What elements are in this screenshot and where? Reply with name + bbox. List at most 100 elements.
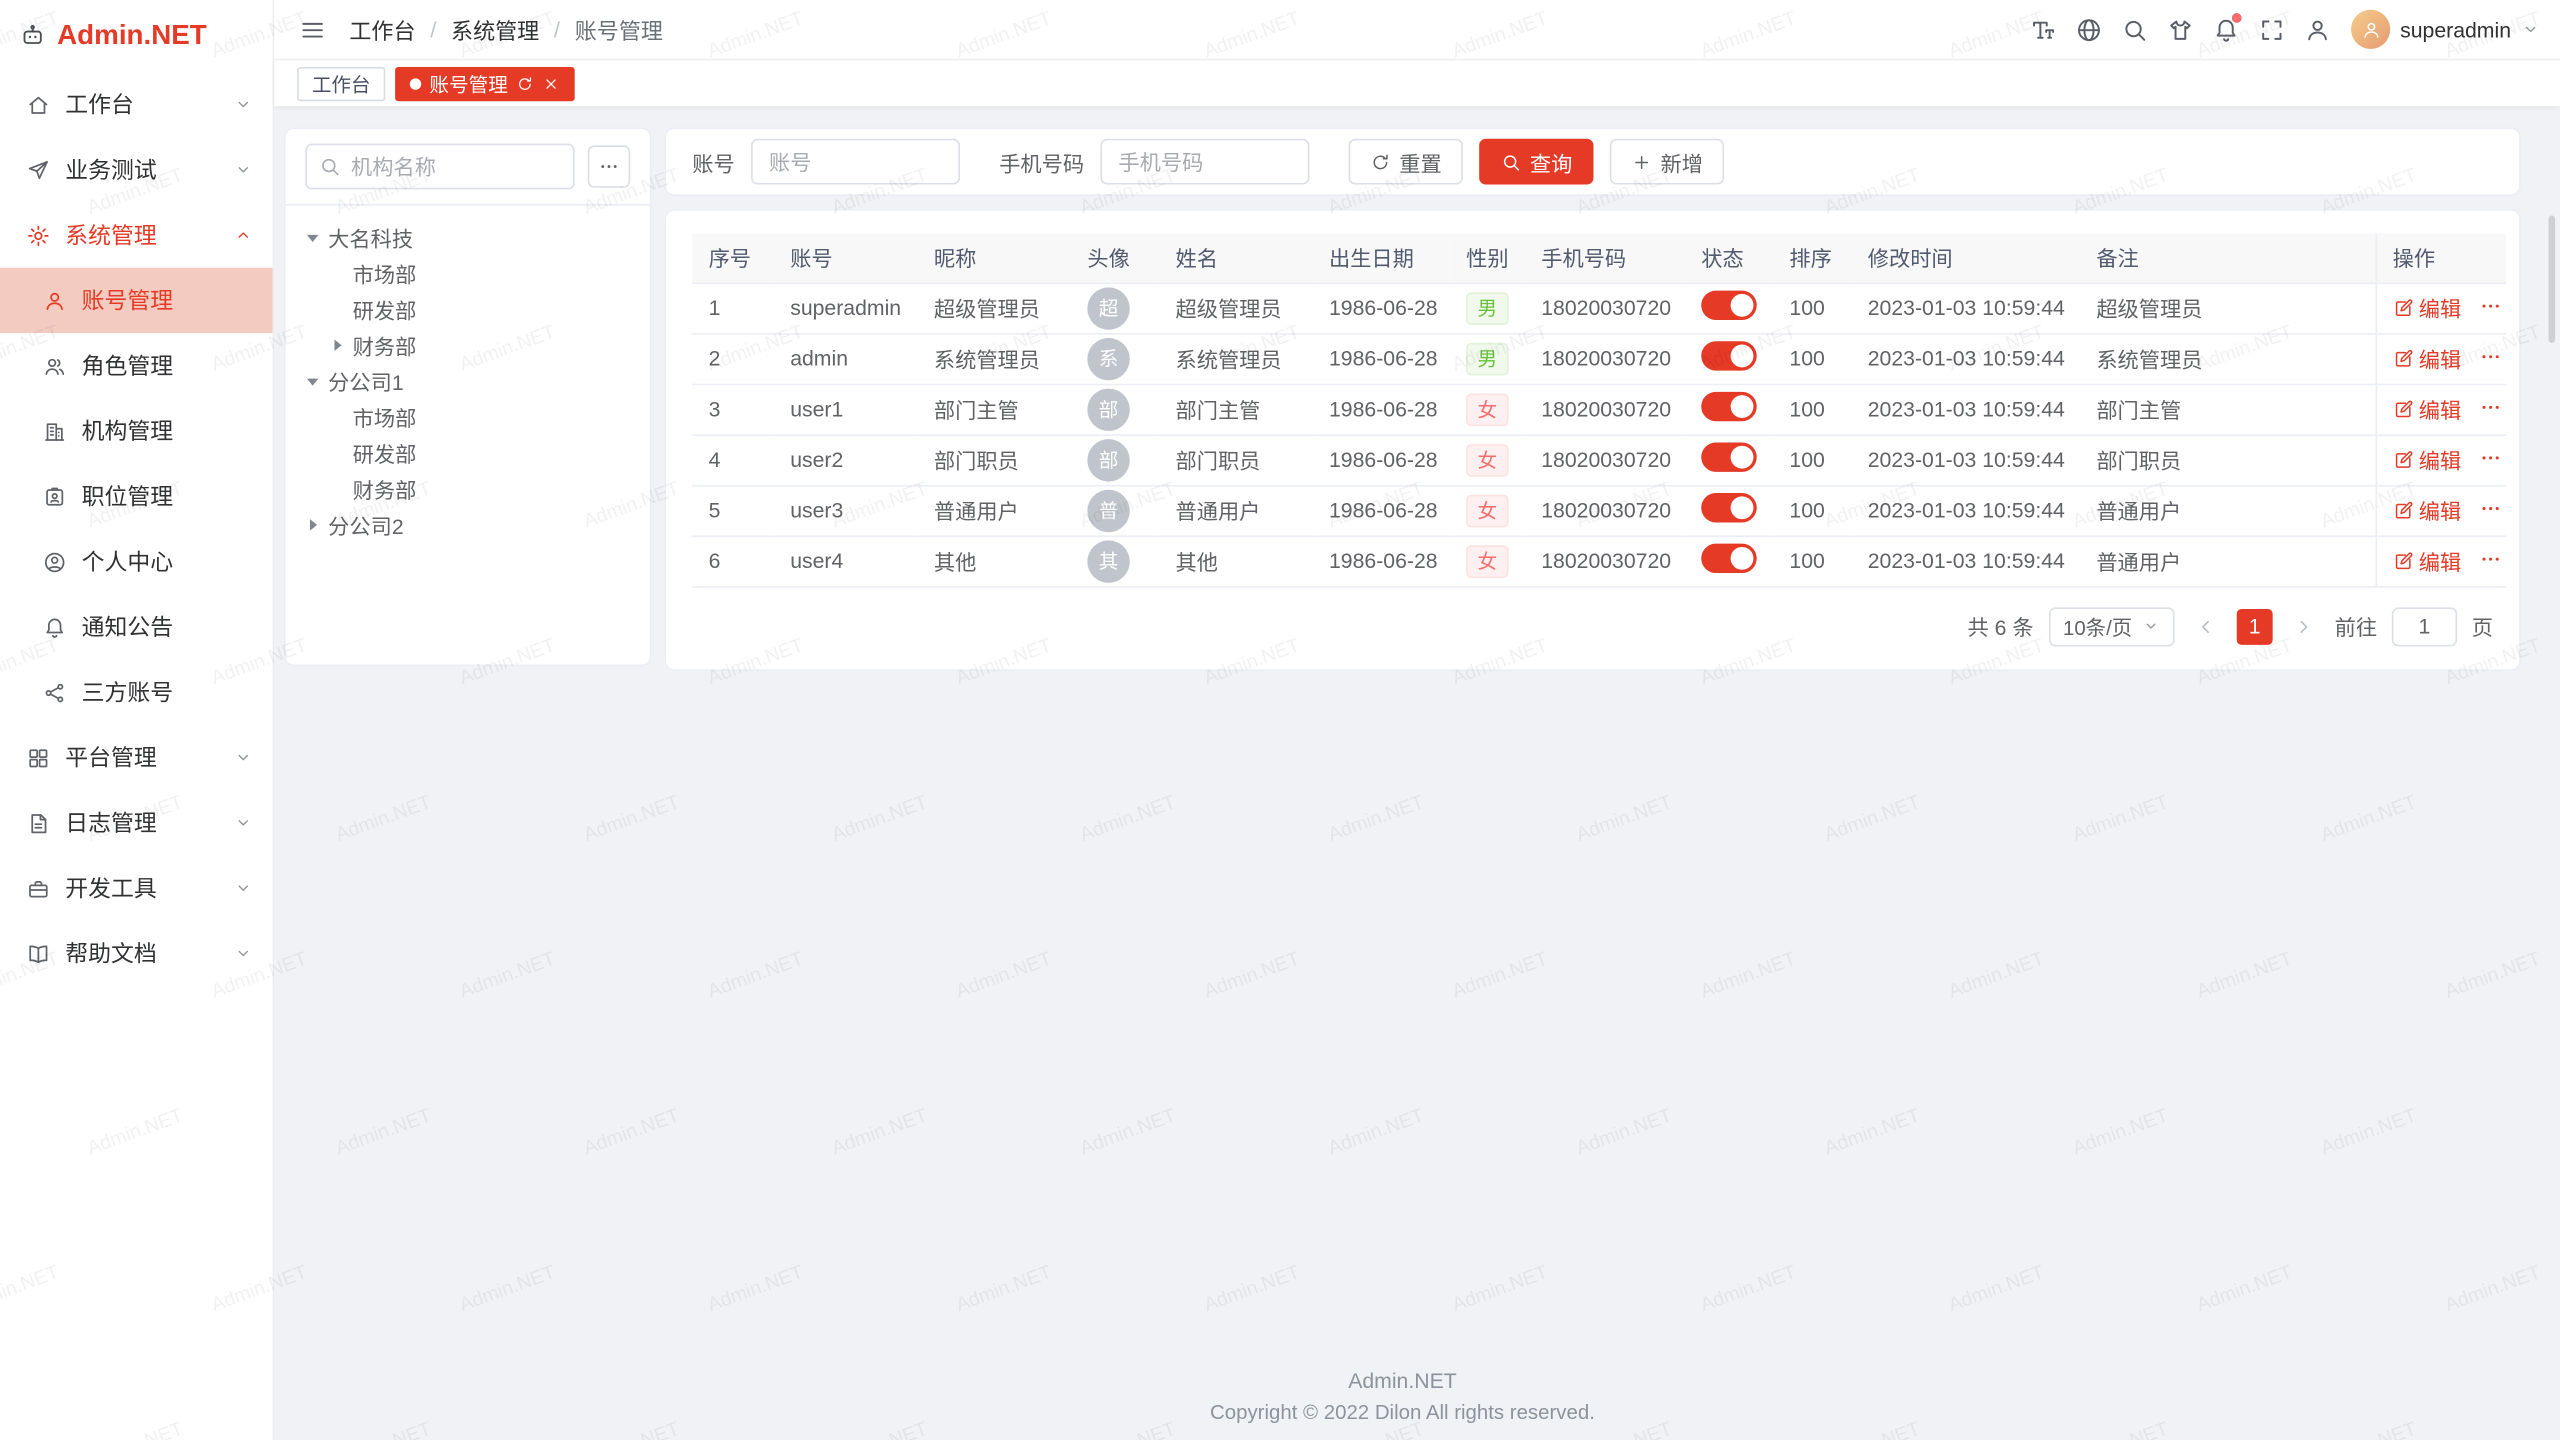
org-tree: 大名科技市场部研发部财务部分公司1市场部研发部财务部分公司2 [286,206,650,555]
cell-remark: 部门职员 [2080,434,2376,485]
sidebar-item-platform-management[interactable]: 平台管理 [0,725,273,790]
edit-icon [2393,550,2414,571]
edit-button[interactable]: 编辑 [2393,545,2462,576]
tree-node[interactable]: 财务部 [292,470,643,506]
cell-gender: 女 [1450,434,1525,485]
menu-item-label: 角色管理 [82,349,253,382]
search-submit-button[interactable]: 查询 [1479,139,1593,185]
tree-node[interactable]: 分公司2 [292,506,643,542]
tab-workbench[interactable]: 工作台 [297,66,385,100]
status-toggle[interactable] [1701,291,1757,320]
sidebar-item-log-management[interactable]: 日志管理 [0,790,273,855]
edit-button[interactable]: 编辑 [2393,292,2462,323]
sidebar-item-business-test[interactable]: 业务测试 [0,137,273,202]
globe-button[interactable] [2067,8,2109,50]
tree-node[interactable]: 分公司1 [292,362,643,398]
scrollbar-thumb[interactable] [2549,216,2556,343]
query-toolbar: 账号 手机号码 重置 查询 新增 [664,127,2520,196]
status-toggle[interactable] [1701,493,1757,522]
tree-node[interactable]: 市场部 [292,398,643,434]
account-label: 账号 [692,146,734,177]
menu-item-label: 三方账号 [82,676,253,709]
phone-input[interactable] [1100,139,1309,185]
status-toggle[interactable] [1701,544,1757,573]
caret-right-icon[interactable] [327,334,348,355]
page-1-button[interactable]: 1 [2237,608,2273,644]
row-more-button[interactable] [2478,294,2502,318]
app-logo[interactable]: Admin.NET [0,0,273,72]
status-toggle[interactable] [1701,442,1757,471]
sidebar-item-role-management[interactable]: 角色管理 [0,333,273,398]
row-more-button[interactable] [2478,395,2502,419]
sidebar-item-dev-tools[interactable]: 开发工具 [0,856,273,921]
breadcrumb-item[interactable]: 工作台 [349,13,415,46]
caret-down-icon[interactable] [302,370,323,391]
tree-node[interactable]: 市场部 [292,255,643,291]
logo-icon [20,23,46,49]
breadcrumb-item[interactable]: 系统管理 [451,13,539,46]
tree-node[interactable]: 研发部 [292,291,643,327]
sidebar-item-third-party-account[interactable]: 三方账号 [0,660,273,725]
gender-badge: 女 [1466,544,1508,577]
sidebar-item-system-management[interactable]: 系统管理 [0,202,273,267]
edit-icon [2393,348,2414,369]
sidebar-item-personal-center[interactable]: 个人中心 [0,529,273,594]
sidebar-item-org-management[interactable]: 机构管理 [0,398,273,463]
next-page-button[interactable] [2287,615,2320,638]
search-icon [2120,16,2148,44]
row-more-button[interactable] [2478,547,2502,571]
edit-button[interactable]: 编辑 [2393,495,2462,526]
account-input[interactable] [751,139,960,185]
add-button[interactable]: 新增 [1610,139,1724,185]
tab-account-management[interactable]: 账号管理 [395,66,575,100]
cell-actions: 编辑 [2376,384,2507,435]
gender-badge: 男 [1466,342,1508,375]
close-icon[interactable] [542,74,560,92]
org-search [305,144,574,190]
collapse-sidebar-button[interactable] [291,8,333,50]
column-header: 出生日期 [1313,233,1450,282]
edit-button[interactable]: 编辑 [2393,444,2462,475]
org-search-input[interactable] [305,144,574,190]
edit-button-label: 编辑 [2419,495,2461,526]
tab-label: 工作台 [312,69,371,97]
sidebar-item-help-docs[interactable]: 帮助文档 [0,921,273,986]
fullscreen-button[interactable] [2250,8,2292,50]
user-avatar [2351,10,2390,49]
search-button[interactable] [2113,8,2155,50]
cell-birthday: 1986-06-28 [1313,282,1450,333]
theme-button[interactable] [2158,8,2200,50]
sidebar-item-workbench[interactable]: 工作台 [0,72,273,137]
edit-icon [2393,500,2414,521]
goto-page-input[interactable] [2392,607,2457,646]
caret-right-icon[interactable] [302,513,323,534]
menu-item-label: 系统管理 [65,219,218,252]
notification-button[interactable] [2204,8,2246,50]
profile-button[interactable] [2296,8,2338,50]
page-size-select[interactable]: 10条/页 [2048,607,2174,646]
reset-button[interactable]: 重置 [1349,139,1463,185]
user-menu[interactable]: superadmin [2351,10,2540,49]
caret-down-icon[interactable] [302,226,323,247]
sidebar-item-post-management[interactable]: 职位管理 [0,464,273,529]
cell-status [1685,434,1773,485]
sidebar-item-notice-announcement[interactable]: 通知公告 [0,594,273,659]
plus-icon [1631,151,1652,172]
row-more-button[interactable] [2478,344,2502,368]
font-size-button[interactable] [2021,8,2063,50]
avatar: 普 [1087,489,1129,531]
tree-node[interactable]: 大名科技 [292,219,643,255]
tree-node[interactable]: 财务部 [292,327,643,363]
refresh-icon[interactable] [516,74,534,92]
row-more-button[interactable] [2478,446,2502,470]
sidebar-item-account-management[interactable]: 账号管理 [0,268,273,333]
status-toggle[interactable] [1701,392,1757,421]
cell-avatar: 部 [1071,434,1159,485]
tree-node[interactable]: 研发部 [292,434,643,470]
row-more-button[interactable] [2478,496,2502,520]
edit-button[interactable]: 编辑 [2393,343,2462,374]
edit-button[interactable]: 编辑 [2393,393,2462,424]
prev-page-button[interactable] [2189,615,2222,638]
org-more-button[interactable] [588,145,630,187]
status-toggle[interactable] [1701,341,1757,370]
